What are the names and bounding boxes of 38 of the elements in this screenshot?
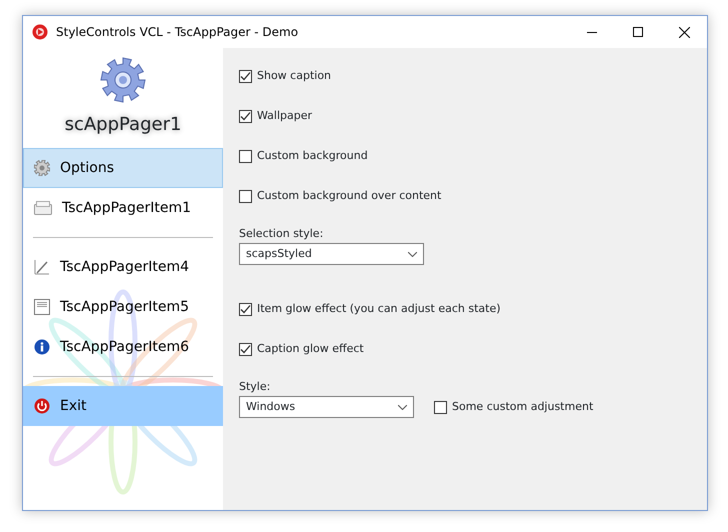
checkbox-label[interactable]: Custom background [257, 148, 368, 164]
info-icon [34, 339, 50, 355]
checkbox[interactable] [239, 302, 252, 316]
pager-caption: scAppPager1 [64, 113, 182, 137]
pager-item[interactable]: TscAppPagerItem6 [23, 327, 223, 367]
checkbox[interactable] [239, 70, 252, 82]
checkbox[interactable] [434, 400, 447, 414]
power-icon [34, 398, 50, 414]
pager-item[interactable]: TscAppPagerItem5 [23, 287, 223, 327]
pager-item[interactable]: Options [23, 148, 223, 188]
caret-icon [398, 404, 407, 410]
checkbox-label[interactable]: Custom background over content [257, 188, 442, 204]
pager-item[interactable]: Exit [23, 386, 223, 426]
field-label: Style: [239, 379, 272, 393]
checkbox[interactable] [239, 342, 252, 356]
gear-icon [98, 55, 148, 105]
pager-item[interactable]: TscAppPagerItem4 [23, 247, 223, 287]
document-icon [34, 299, 50, 315]
close-icon [678, 26, 690, 38]
gear-icon [34, 160, 50, 176]
checkbox[interactable] [239, 110, 252, 122]
dropdown[interactable]: scapsStyled [239, 243, 424, 265]
window-title: StyleControls VCL - TscAppPager - Demo [56, 24, 298, 41]
checkbox[interactable] [239, 190, 252, 202]
maximize-icon [633, 27, 643, 37]
tray-icon [34, 201, 52, 215]
pager-item[interactable]: TscAppPagerItem1 [23, 188, 223, 228]
dropdown[interactable]: Windows [239, 396, 414, 418]
checkbox-label[interactable]: Item glow effect (you can adjust each state) [257, 300, 500, 318]
checkbox-label[interactable]: Wallpaper [257, 108, 312, 124]
pencil-icon [34, 259, 50, 275]
caret-icon [408, 252, 417, 256]
checkbox-label[interactable]: Some custom adjustment [452, 398, 594, 416]
app-icon [32, 24, 48, 40]
checkbox[interactable] [239, 150, 252, 162]
checkbox-label[interactable]: Show caption [257, 68, 332, 84]
checkbox-label[interactable]: Caption glow effect [257, 340, 364, 358]
field-label: Selection style: [239, 226, 324, 240]
